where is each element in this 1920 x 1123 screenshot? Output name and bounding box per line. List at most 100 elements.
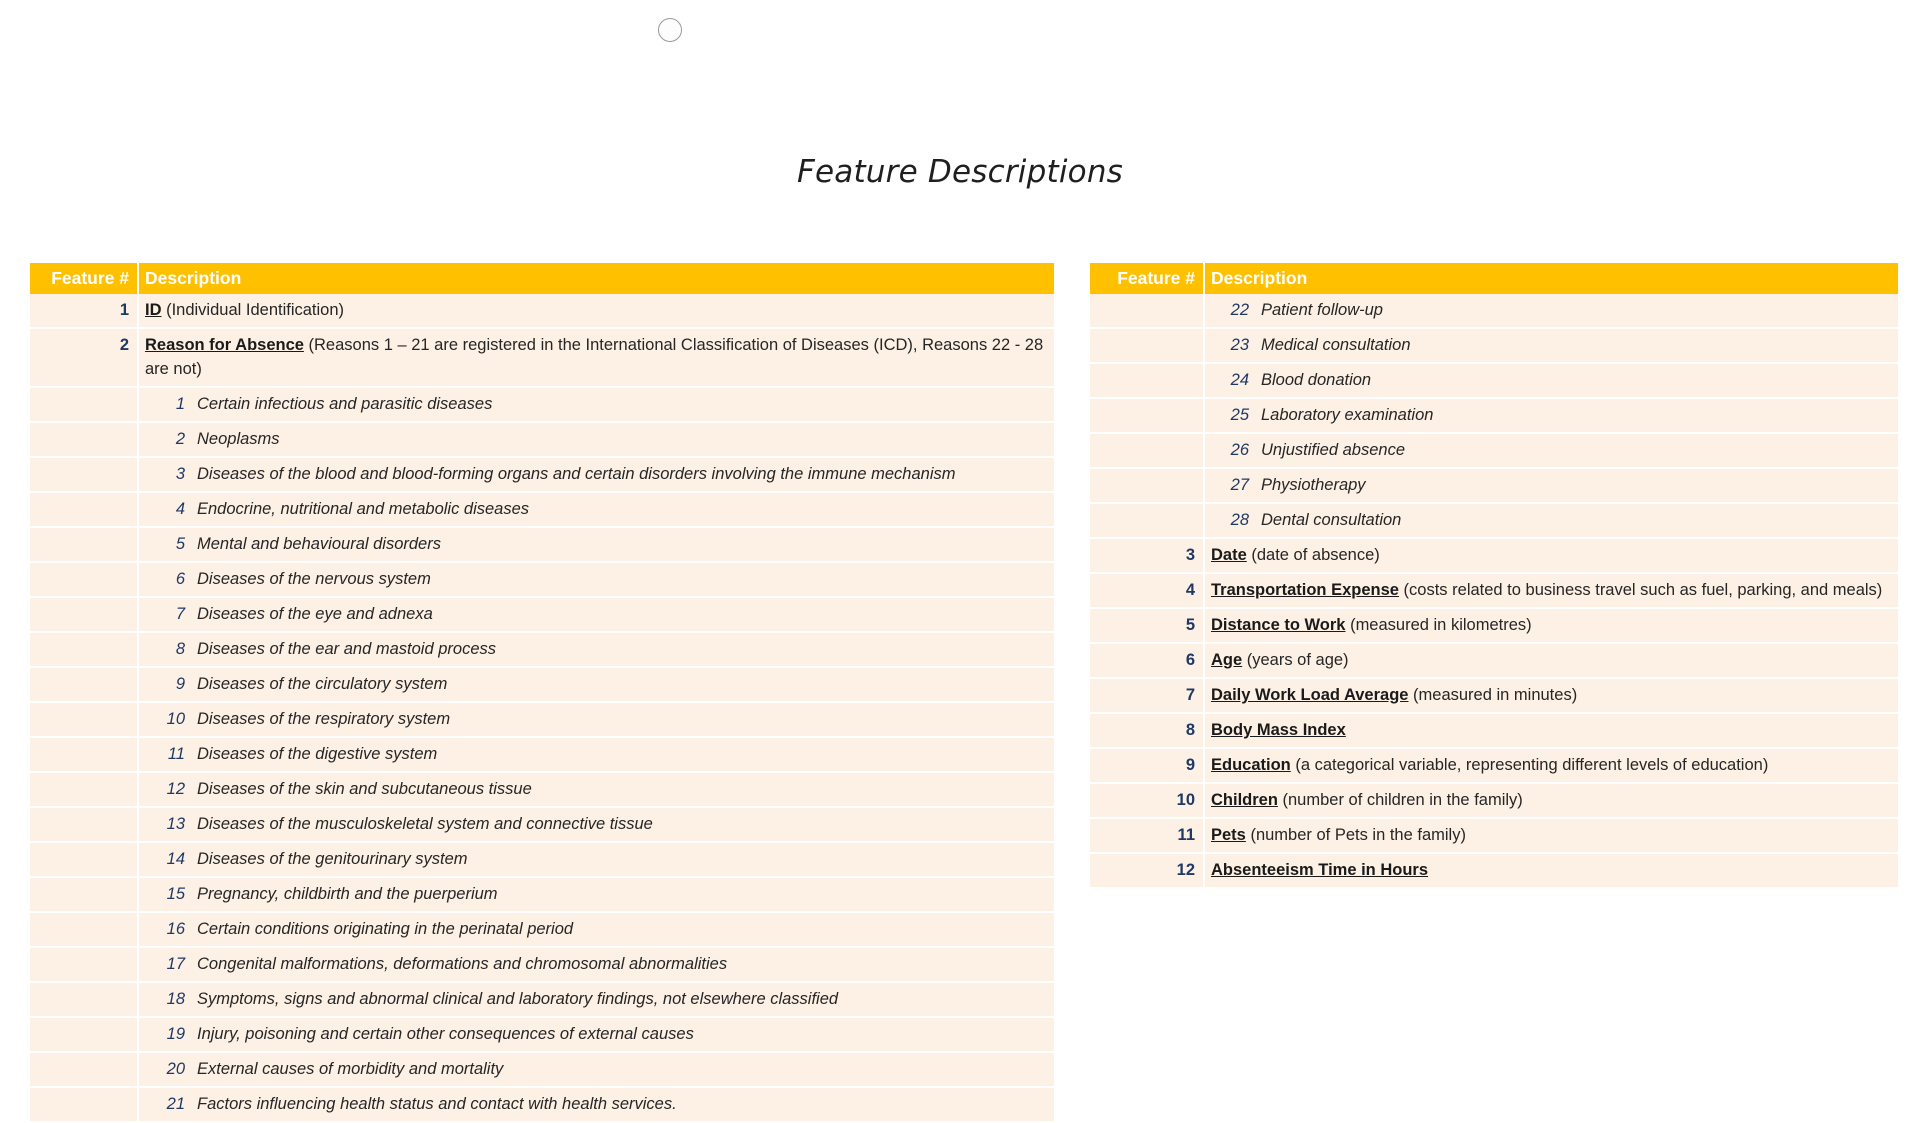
feature-num: 10	[1090, 783, 1205, 819]
table-row: 8 Body Mass Index	[1090, 713, 1898, 749]
feature-detail: (number of children in the family)	[1277, 791, 1523, 809]
feature-num: 11	[1090, 818, 1205, 854]
empty-cell	[30, 667, 139, 703]
feature-name: Children	[1211, 791, 1278, 809]
empty-cell	[1090, 433, 1205, 469]
reason-num: 20	[166, 1060, 185, 1078]
reason-text: Factors influencing health status and co…	[197, 1095, 677, 1113]
reason-cell: 16 Certain conditions originating in the …	[138, 912, 1054, 948]
reason-row: 13 Diseases of the musculoskeletal system…	[30, 807, 1054, 843]
reason-cell: 17 Congenital malformations, deformations…	[138, 947, 1054, 983]
feature-description: Distance to Work (measured in kilometres…	[1204, 608, 1898, 644]
feature-table-right: Feature # Description 22 Patient follow-u…	[1090, 263, 1898, 889]
reason-text: Congenital malformations, deformations a…	[197, 955, 728, 973]
reason-num: 27	[1230, 476, 1249, 494]
header-feature-num: Feature #	[1090, 263, 1205, 294]
reason-text: Diseases of the eye and adnexa	[197, 605, 433, 623]
empty-cell	[30, 947, 139, 983]
reason-text: Medical consultation	[1261, 336, 1411, 354]
reason-cell: 22 Patient follow-up	[1204, 294, 1898, 329]
empty-cell	[1090, 328, 1205, 364]
empty-cell	[30, 1017, 139, 1053]
reason-text: Physiotherapy	[1261, 476, 1366, 494]
empty-cell	[30, 982, 139, 1018]
reason-row: 19 Injury, poisoning and certain other co…	[30, 1017, 1054, 1053]
empty-cell	[30, 632, 139, 668]
table-row: 9 Education (a categorical variable, repr…	[1090, 748, 1898, 784]
table-row: 1 ID (Individual Identification)	[30, 294, 1054, 329]
reason-text: Diseases of the nervous system	[197, 570, 431, 588]
feature-detail: (Individual Identification)	[161, 301, 345, 319]
reason-cell: 19 Injury, poisoning and certain other co…	[138, 1017, 1054, 1053]
reason-row: 28 Dental consultation	[1090, 503, 1898, 539]
feature-name: Daily Work Load Average	[1211, 686, 1409, 704]
feature-name: Education	[1211, 756, 1291, 774]
reason-cell: 18 Symptoms, signs and abnormal clinical …	[138, 982, 1054, 1018]
feature-num: 3	[1090, 538, 1205, 574]
reason-num: 14	[166, 850, 185, 868]
feature-detail: (costs related to business travel such a…	[1398, 581, 1883, 599]
empty-cell	[30, 702, 139, 738]
reason-text: Injury, poisoning and certain other cons…	[197, 1025, 694, 1043]
table-header-row: Feature # Description	[1090, 263, 1898, 294]
reason-text: Certain conditions originating in the pe…	[197, 920, 574, 938]
reason-text: Diseases of the respiratory system	[197, 710, 451, 728]
reason-num: 19	[166, 1025, 185, 1043]
reason-cell: 6 Diseases of the nervous system	[138, 562, 1054, 598]
reason-num: 25	[1230, 406, 1249, 424]
reason-text: Patient follow-up	[1261, 301, 1383, 319]
reason-num: 9	[175, 675, 185, 693]
table-row: 7 Daily Work Load Average (measured in mi…	[1090, 678, 1898, 714]
reason-num: 10	[166, 710, 185, 728]
feature-detail: (date of absence)	[1246, 546, 1380, 564]
empty-cell	[30, 422, 139, 458]
feature-num: 1	[30, 294, 139, 329]
feature-detail: (number of Pets in the family)	[1245, 826, 1466, 844]
reason-text: Blood donation	[1261, 371, 1372, 389]
reason-num: 15	[166, 885, 185, 903]
reason-num: 24	[1230, 371, 1249, 389]
empty-cell	[1090, 503, 1205, 539]
feature-num: 2	[30, 328, 139, 388]
feature-description: Pets (number of Pets in the family)	[1204, 818, 1898, 854]
feature-description: Transportation Expense (costs related to…	[1204, 573, 1898, 609]
reason-num: 22	[1230, 301, 1249, 319]
reason-num: 2	[175, 430, 185, 448]
empty-cell	[30, 597, 139, 633]
reason-text: Certain infectious and parasitic disease…	[197, 395, 493, 413]
reason-row: 26 Unjustified absence	[1090, 433, 1898, 469]
reason-text: Endocrine, nutritional and metabolic dis…	[197, 500, 530, 518]
reason-text: Symptoms, signs and abnormal clinical an…	[197, 990, 839, 1008]
empty-cell	[1090, 398, 1205, 434]
empty-cell	[30, 1087, 139, 1123]
reason-num: 7	[175, 605, 185, 623]
reason-row: 22 Patient follow-up	[1090, 294, 1898, 329]
reason-cell: 13 Diseases of the musculoskeletal system…	[138, 807, 1054, 843]
feature-detail: (measured in minutes)	[1408, 686, 1578, 704]
reason-cell: 23 Medical consultation	[1204, 328, 1898, 364]
reason-text: Pregnancy, childbirth and the puerperium	[197, 885, 498, 903]
empty-cell	[30, 457, 139, 493]
reason-cell: 2 Neoplasms	[138, 422, 1054, 458]
reason-num: 28	[1230, 511, 1249, 529]
empty-cell	[30, 772, 139, 808]
reason-text: Diseases of the digestive system	[197, 745, 438, 763]
table-row: 10 Children (number of children in the fa…	[1090, 783, 1898, 819]
reason-num: 1	[175, 395, 185, 413]
table-row: 4 Transportation Expense (costs related t…	[1090, 573, 1898, 609]
empty-cell	[30, 877, 139, 913]
reason-row: 8 Diseases of the ear and mastoid process	[30, 632, 1054, 668]
reason-row: 3 Diseases of the blood and blood-forming…	[30, 457, 1054, 493]
reason-row: 5 Mental and behavioural disorders	[30, 527, 1054, 563]
reason-row: 14 Diseases of the genitourinary system	[30, 842, 1054, 878]
reason-cell: 7 Diseases of the eye and adnexa	[138, 597, 1054, 633]
feature-description: Date (date of absence)	[1204, 538, 1898, 574]
reason-text: Diseases of the genitourinary system	[197, 850, 468, 868]
table-row: 11 Pets (number of Pets in the family)	[1090, 818, 1898, 854]
feature-name: Absenteeism Time in Hours	[1211, 861, 1429, 879]
feature-table-left: Feature # Description 1 ID (Individual I…	[30, 263, 1054, 1123]
reason-text: Diseases of the ear and mastoid process	[197, 640, 496, 658]
feature-num: 5	[1090, 608, 1205, 644]
feature-name: Age	[1211, 651, 1243, 669]
empty-cell	[30, 737, 139, 773]
